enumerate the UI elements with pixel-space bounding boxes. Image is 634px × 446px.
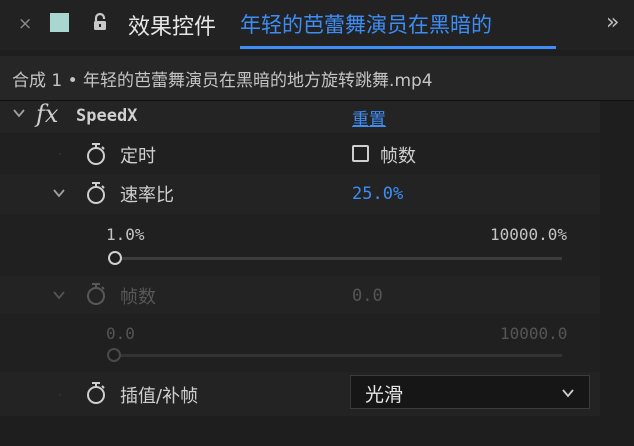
active-tab-underline: [240, 46, 556, 49]
checkbox-label-frames: 帧数: [380, 146, 416, 167]
panel-title[interactable]: 效果控件: [128, 9, 216, 41]
chevron-down-icon: [561, 385, 575, 404]
stopwatch-icon[interactable]: [85, 181, 107, 209]
more-panels-icon[interactable]: »: [606, 10, 620, 35]
rate-slider-thumb[interactable]: [108, 251, 123, 265]
interpolation-selected: 光滑: [365, 384, 404, 406]
frames-value: 0.0: [352, 286, 383, 306]
param-label-timing: 定时: [120, 146, 156, 167]
composition-label: 合成 1 • 年轻的芭蕾舞演员在黑暗的地方旋转跳舞.mp4: [12, 71, 433, 91]
composition-row: 合成 1 • 年轻的芭蕾舞演员在黑暗的地方旋转跳舞.mp4: [0, 56, 634, 101]
frames-checkbox[interactable]: [352, 145, 369, 162]
stopwatch-icon[interactable]: [85, 142, 107, 170]
interpolation-dropdown[interactable]: 光滑: [350, 375, 590, 409]
lock-icon[interactable]: [91, 11, 109, 33]
effect-name: SpeedX: [76, 106, 138, 126]
rate-slider-max: 10000.0%: [490, 225, 568, 244]
layer-name-tab[interactable]: 年轻的芭蕾舞演员在黑暗的: [240, 9, 556, 39]
row-dot: ·: [58, 388, 62, 402]
stopwatch-icon[interactable]: [85, 381, 107, 409]
frames-slider-row: [0, 314, 600, 372]
frames-twirl-chevron-icon[interactable]: [52, 287, 66, 306]
param-label-interpolation: 插值/补帧: [120, 386, 199, 407]
stopwatch-icon: [85, 282, 107, 310]
effect-twirl-chevron-icon[interactable]: [12, 106, 26, 124]
frames-slider-max: 10000.0: [500, 324, 568, 343]
frames-slider-thumb: [107, 348, 121, 362]
rate-slider-row: [0, 214, 600, 276]
reset-link[interactable]: 重置: [352, 105, 386, 130]
rate-slider-min: 1.0%: [106, 225, 145, 244]
rate-value[interactable]: 25.0%: [352, 184, 403, 204]
frames-slider-track: [114, 354, 562, 357]
rate-slider-track[interactable]: [114, 257, 562, 260]
param-label-rate: 速率比: [120, 185, 174, 206]
close-icon[interactable]: ×: [18, 14, 32, 34]
frames-slider-min: 0.0: [106, 324, 135, 343]
fx-icon[interactable]: fx: [36, 100, 58, 128]
row-dot: ·: [58, 147, 62, 161]
panel-header: × 效果控件 年轻的芭蕾舞演员在黑暗的 »: [0, 0, 634, 50]
label-color-swatch[interactable]: [50, 13, 69, 32]
rate-twirl-chevron-icon[interactable]: [52, 185, 66, 204]
param-label-frames: 帧数: [120, 287, 156, 308]
